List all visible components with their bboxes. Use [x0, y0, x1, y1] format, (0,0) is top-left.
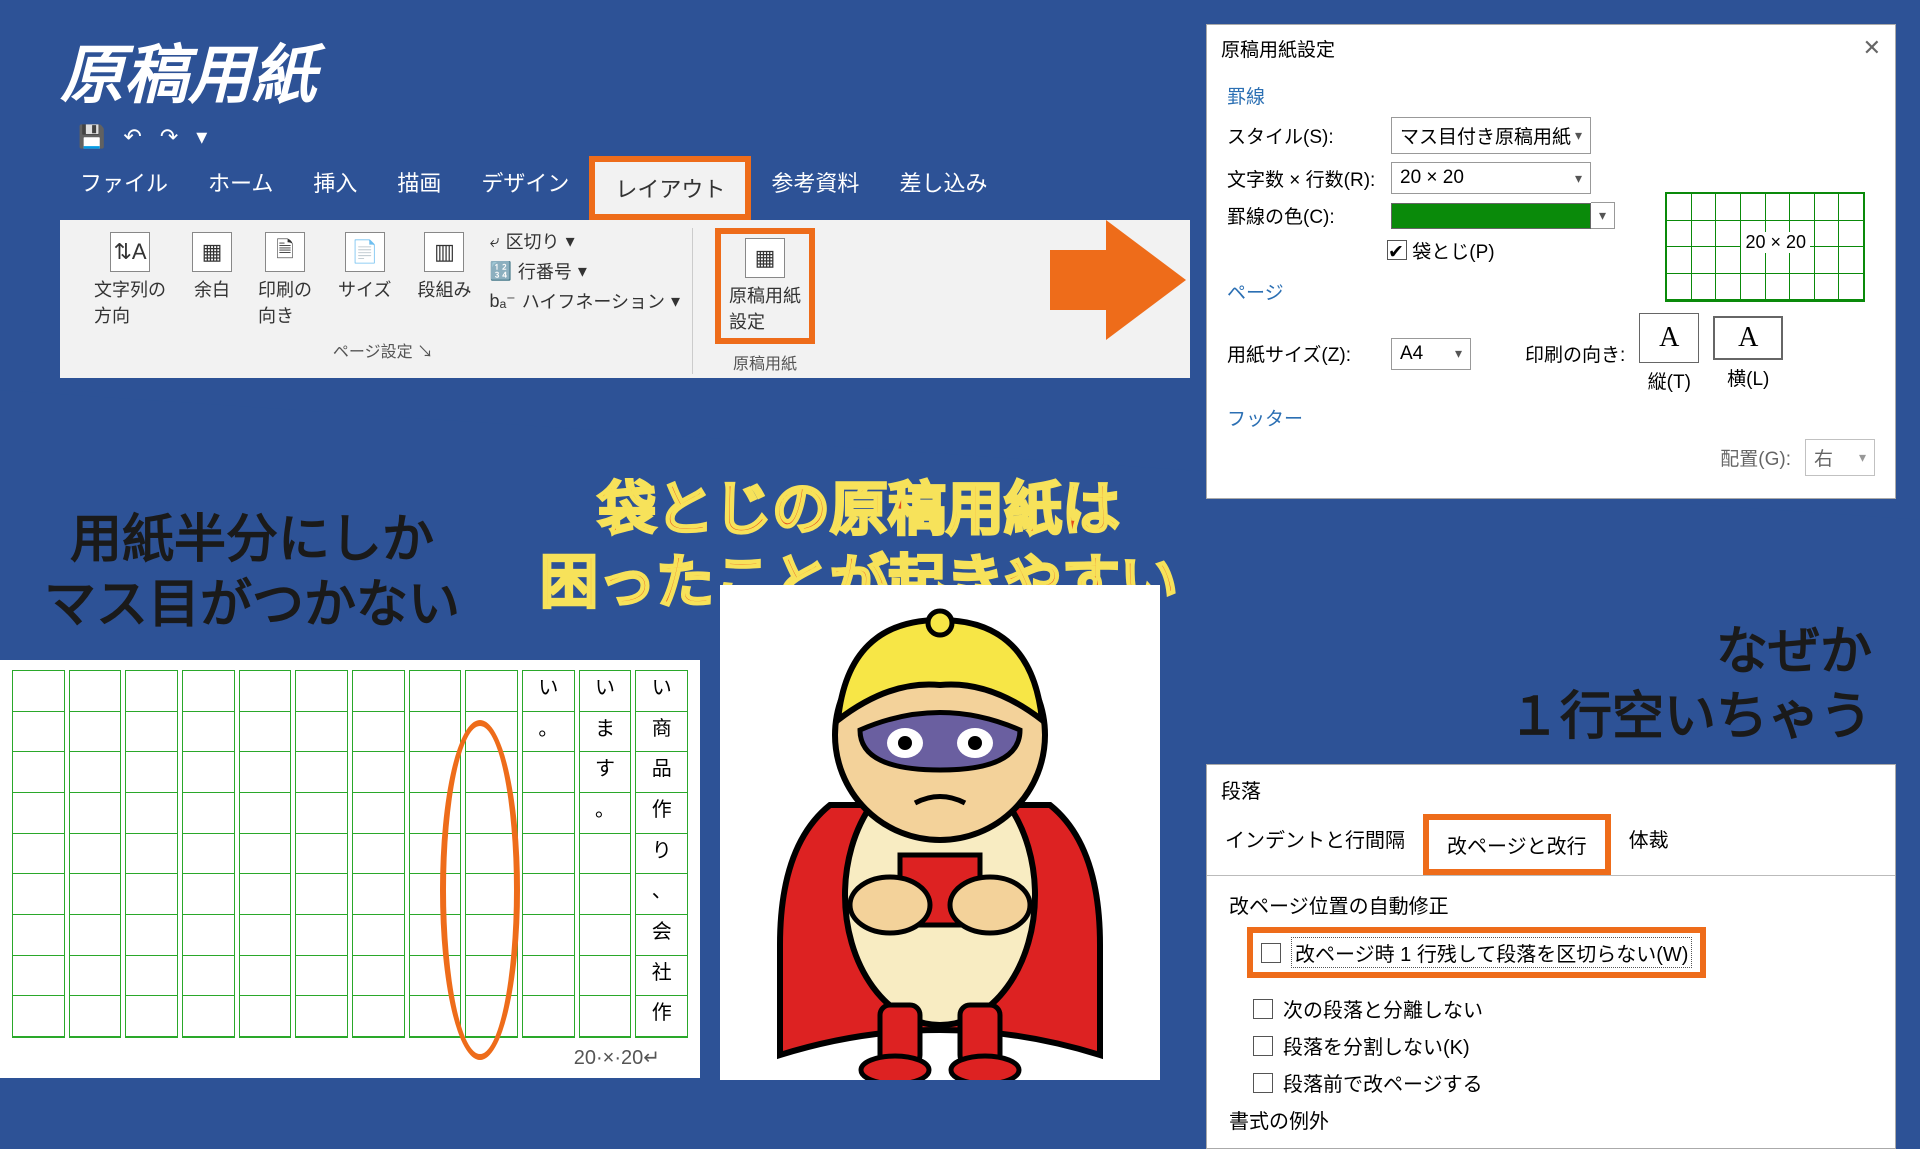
chars-rows-dropdown[interactable]: 20 × 20▾ [1391, 162, 1591, 194]
tab-draw[interactable]: 描画 [377, 156, 461, 220]
tab-references[interactable]: 参考資料 [751, 156, 879, 220]
pagination-section-label: 改ページ位置の自動修正 [1229, 890, 1873, 919]
left-callout-1: 用紙半分にしか マス目がつかない [44, 508, 460, 638]
oval-highlight [440, 720, 520, 1060]
paragraph-dialog-title: 段落 [1207, 765, 1895, 814]
hyphenation-icon: bₐ⁻ [489, 291, 515, 312]
tab-layout[interactable]: レイアウト [589, 156, 751, 220]
qat-more-icon[interactable]: ▾ [196, 124, 207, 150]
word-ribbon: 💾 ↶ ↷ ▾ ファイル ホーム 挿入 描画 デザイン レイアウト 参考資料 差… [60, 118, 1190, 378]
line-color-label: 罫線の色(C): [1227, 202, 1377, 229]
tab-indent-spacing[interactable]: インデントと行間隔 [1207, 814, 1423, 875]
genkou-icon: ▦ [745, 238, 785, 278]
group-genkou-label: 原稿用紙 [733, 350, 797, 374]
tab-asian-typography[interactable]: 体裁 [1611, 814, 1687, 875]
portrait-button[interactable]: A [1639, 313, 1699, 363]
style-dropdown[interactable]: マス目付き原稿用紙▾ [1391, 117, 1591, 154]
columns-icon: ▥ [424, 232, 464, 272]
orientation-button[interactable]: 🗎印刷の 向き [250, 228, 320, 332]
arrow-head-icon [1106, 220, 1186, 340]
genkou-settings-button[interactable]: ▦原稿用紙 設定 [715, 228, 815, 344]
paper-footer: 20·×·20↵ [574, 1045, 660, 1070]
line-numbers-icon: 🔢 [489, 261, 511, 282]
alignment-label: 配置(G): [1720, 444, 1791, 471]
hero-illustration [720, 585, 1160, 1080]
print-orientation-label: 印刷の向き: [1525, 340, 1625, 367]
keep-with-next-checkbox[interactable] [1253, 999, 1273, 1019]
chars-rows-label: 文字数 × 行数(R): [1227, 165, 1377, 192]
redo-icon[interactable]: ↷ [160, 124, 178, 150]
right-callout-1: なぜか １行空いちゃう [1508, 620, 1872, 750]
size-icon: 📄 [345, 232, 385, 272]
chevron-down-icon: ▾ [1575, 127, 1582, 144]
group-page-setup-label: ページ設定 ↘ [333, 338, 433, 362]
chevron-down-icon: ▾ [1455, 345, 1462, 362]
text-direction-icon: ⇅A [110, 232, 150, 272]
dialog-launcher-icon[interactable]: ↘ [417, 344, 433, 361]
line-numbers-button[interactable]: 🔢行番号▾ [489, 258, 680, 284]
margins-button[interactable]: ▦余白 [184, 228, 240, 306]
chevron-down-icon[interactable]: ▾ [1591, 202, 1615, 229]
hyphenation-button[interactable]: bₐ⁻ハイフネーション▾ [489, 288, 680, 314]
tab-file[interactable]: ファイル [60, 156, 188, 220]
tab-design[interactable]: デザイン [461, 156, 589, 220]
tab-page-line-breaks[interactable]: 改ページと改行 [1423, 814, 1611, 875]
page-title: 原稿用紙 [60, 24, 316, 116]
margins-icon: ▦ [192, 232, 232, 272]
paper-size-label: 用紙サイズ(Z): [1227, 340, 1377, 367]
text-direction-button[interactable]: ⇅A文字列の 方向 [86, 228, 174, 332]
keep-together-checkbox[interactable] [1253, 1036, 1273, 1056]
widow-orphan-checkbox[interactable] [1261, 943, 1281, 963]
tab-mailings[interactable]: 差し込み [879, 156, 1007, 220]
line-color-swatch[interactable] [1391, 203, 1591, 229]
dialog-title: 原稿用紙設定 [1221, 35, 1335, 62]
breaks-icon: ⤶ [489, 231, 499, 252]
chevron-down-icon: ▾ [1859, 449, 1866, 466]
orientation-icon: 🗎 [265, 232, 305, 272]
save-icon[interactable]: 💾 [78, 124, 105, 150]
section-header-footer: フッター [1227, 404, 1875, 431]
fold-checkbox[interactable]: ✔ 袋とじ(P) [1387, 237, 1495, 264]
page-break-before-checkbox[interactable] [1253, 1073, 1273, 1093]
ribbon-tabs: ファイル ホーム 挿入 描画 デザイン レイアウト 参考資料 差し込み [60, 156, 1190, 220]
style-label: スタイル(S): [1227, 122, 1377, 149]
breaks-button[interactable]: ⤶区切り▾ [489, 228, 680, 254]
genkou-paper-sample: い。います。い商品作り、会社作 20·×·20↵ [0, 660, 700, 1078]
close-icon[interactable]: ✕ [1863, 35, 1881, 62]
landscape-button[interactable]: A [1713, 316, 1783, 360]
alignment-dropdown[interactable]: 右▾ [1805, 439, 1875, 476]
tab-insert[interactable]: 挿入 [293, 156, 377, 220]
section-ruled-lines: 罫線 [1227, 82, 1875, 109]
paper-size-dropdown[interactable]: A4▾ [1391, 338, 1471, 370]
tab-home[interactable]: ホーム [188, 156, 293, 220]
format-exception-label: 書式の例外 [1229, 1105, 1873, 1134]
paragraph-dialog: 段落 インデントと行間隔 改ページと改行 体裁 改ページ位置の自動修正 改ページ… [1206, 764, 1896, 1149]
chevron-down-icon: ▾ [1575, 170, 1582, 187]
size-button[interactable]: 📄サイズ [330, 228, 399, 306]
genkou-dialog: 原稿用紙設定 ✕ 罫線 スタイル(S): マス目付き原稿用紙▾ 文字数 × 行数… [1206, 24, 1896, 499]
grid-preview-label: 20 × 20 [1741, 232, 1810, 253]
undo-icon[interactable]: ↶ [123, 124, 141, 150]
columns-button[interactable]: ▥段組み [409, 228, 479, 306]
